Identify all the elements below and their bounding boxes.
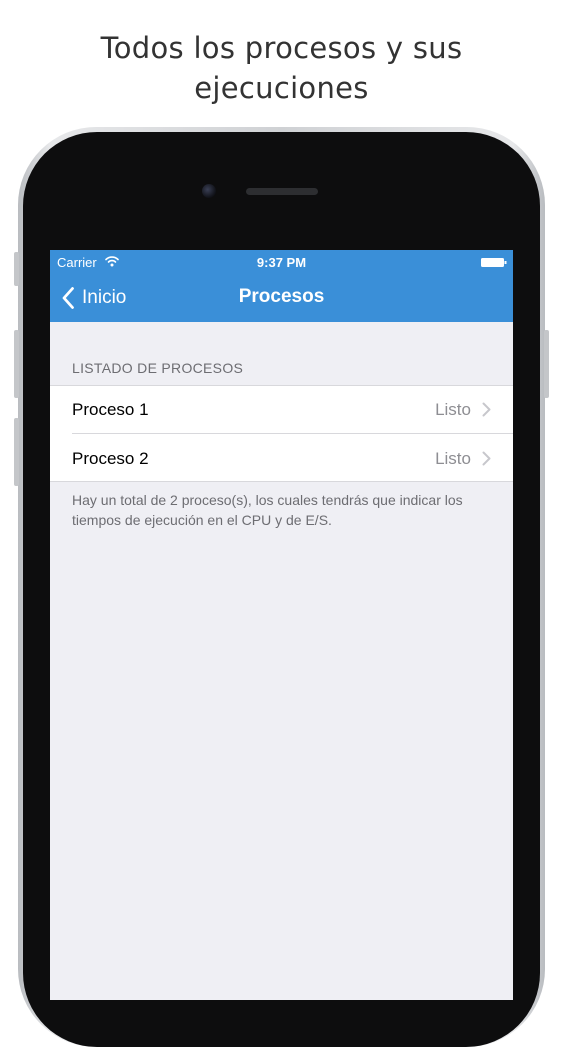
- row-status: Listo: [435, 400, 471, 419]
- page-title: Procesos: [238, 286, 325, 307]
- disclosure-chevron-icon: [482, 402, 491, 417]
- front-camera: [202, 184, 216, 198]
- disclosure-chevron-icon: [482, 451, 491, 466]
- mute-switch: [14, 252, 19, 286]
- volume-up-button: [14, 330, 19, 398]
- row-status: Listo: [435, 449, 471, 468]
- row-title: Proceso 1: [72, 400, 149, 419]
- caption-line-1: Todos los procesos y sus: [100, 31, 463, 65]
- list-item-proceso-1[interactable]: Proceso 1 Listo: [50, 385, 513, 434]
- status-time: 9:37 PM: [256, 255, 307, 270]
- section-header: LISTADO DE PROCESOS: [72, 360, 244, 376]
- volume-down-button: [14, 418, 19, 486]
- earpiece-speaker: [246, 188, 318, 195]
- caption-line-2: ejecuciones: [194, 71, 369, 105]
- list-item-proceso-2[interactable]: Proceso 2 Listo: [50, 434, 513, 482]
- row-title: Proceso 2: [72, 449, 149, 468]
- power-button: [544, 330, 549, 398]
- process-list: Proceso 1 Listo Proceso 2 Listo: [50, 385, 513, 482]
- group-bottom-border: [50, 481, 513, 482]
- phone-screen: Carrier 9:37 PM Inicio Procesos LISTADO …: [50, 250, 513, 1000]
- section-footer: Hay un total de 2 proceso(s), los cuales…: [72, 492, 463, 528]
- navigation-bar: Carrier 9:37 PM Inicio Procesos: [50, 250, 513, 322]
- battery-icon: [481, 258, 507, 267]
- promo-caption: Todos los procesos y sus ejecuciones: [0, 28, 563, 108]
